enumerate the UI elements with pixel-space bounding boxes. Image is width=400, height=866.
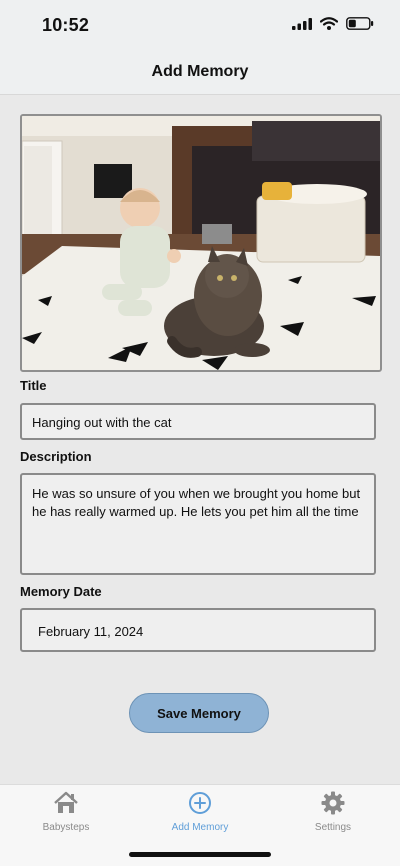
tab-babysteps[interactable]: Babysteps <box>11 791 121 833</box>
gear-icon <box>321 791 345 815</box>
title-label: Title <box>20 378 47 393</box>
status-icons <box>292 17 374 30</box>
cellular-signal-icon <box>292 17 312 30</box>
save-memory-button[interactable]: Save Memory <box>129 693 269 733</box>
status-bar: 10:52 <box>0 0 400 50</box>
title-input[interactable]: Hanging out with the cat <box>20 403 376 440</box>
baby-with-cat-image <box>22 116 380 370</box>
memory-photo[interactable] <box>20 114 382 372</box>
page-title: Add Memory <box>151 63 249 80</box>
plus-circle-icon <box>189 792 211 814</box>
page-header: Add Memory <box>0 50 400 95</box>
tab-settings[interactable]: Settings <box>278 791 388 833</box>
tab-add-memory-label: Add Memory <box>171 822 229 833</box>
battery-icon <box>346 17 374 30</box>
description-input[interactable]: He was so unsure of you when we brought … <box>20 473 376 575</box>
home-indicator[interactable] <box>129 852 271 857</box>
tab-add-memory[interactable]: Add Memory <box>145 791 255 833</box>
tab-settings-label: Settings <box>314 822 352 833</box>
memory-date-picker[interactable]: February 11, 2024 <box>20 608 376 652</box>
wifi-icon <box>320 17 338 30</box>
tab-babysteps-label: Babysteps <box>42 822 90 833</box>
description-label: Description <box>20 449 92 464</box>
status-time: 10:52 <box>42 15 90 35</box>
home-icon <box>54 791 78 813</box>
memory-date-label: Memory Date <box>20 584 102 599</box>
tab-bar: Babysteps Add Memory Settings <box>0 784 400 866</box>
save-memory-button-label: Save Memory <box>157 705 241 721</box>
